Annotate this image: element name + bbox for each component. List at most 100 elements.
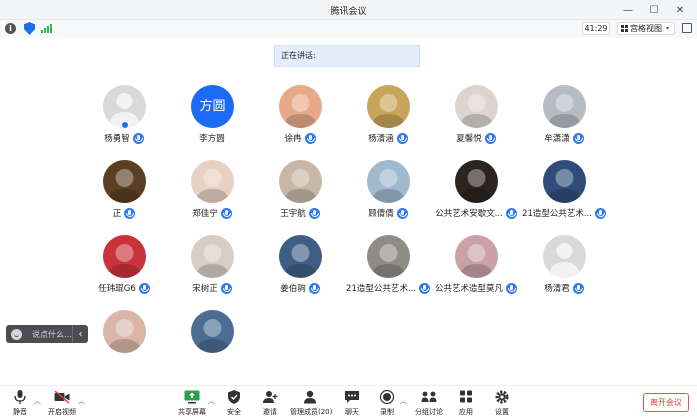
participant-tile[interactable]: 王宇航 [250,160,350,230]
participant-name: 21造型公共艺术... [522,209,592,219]
avatar: 方圆 [191,85,234,128]
participant-name: 杨清君 [544,284,570,294]
manage-members-button[interactable]: 管理成员(20) [290,388,333,418]
participant-tile[interactable]: 顾倩倩 [338,160,438,230]
participant-name: 宋树正 [192,284,218,294]
participant-tile[interactable]: 公共艺术造型莫凡 [426,235,526,305]
view-mode-button[interactable]: 宫格视图 ▾ [617,22,675,35]
emoji-icon[interactable] [11,328,22,340]
avatar [543,160,586,203]
host-badge-icon [121,121,129,129]
participant-name: 李方圆 [199,134,225,144]
fullscreen-icon[interactable] [682,23,692,33]
speaking-indicator: 正在讲话: [274,45,420,67]
security-label: 安全 [227,408,241,416]
info-icon[interactable]: i [5,23,16,34]
participant-tile[interactable] [74,310,174,380]
signal-icon[interactable] [41,23,52,33]
participant-tile[interactable]: 牟潇潇 [514,85,614,155]
participant-tile[interactable]: 正 [74,160,174,230]
leave-meeting-button[interactable]: 离开会议 [643,393,689,412]
avatar [455,85,498,128]
avatar [455,160,498,203]
avatar [367,160,410,203]
participant-name-row: 王宇航 [250,207,350,219]
avatar [279,235,322,278]
breakout-button[interactable]: 分组讨论 [409,388,449,418]
share-screen-button[interactable]: 共享屏幕 [172,388,212,418]
microphone-icon [12,390,28,404]
participant-tile[interactable]: 郑佳宁 [162,160,262,230]
settings-button[interactable]: 设置 [482,388,522,418]
start-video-button[interactable]: 开启视频 [42,388,82,418]
settings-label: 设置 [495,408,509,416]
security-shield-icon [226,390,242,404]
participant-name-row: 李方圆 [162,132,262,144]
chat-button[interactable]: 聊天 [332,388,372,418]
title-bar: 腾讯会议 — ☐ ✕ [0,0,697,20]
participant-tile[interactable]: 21造型公共艺术... [338,235,438,305]
participant-tile[interactable]: 宋树正 [162,235,262,305]
shield-icon[interactable] [24,22,35,35]
avatar [367,235,410,278]
invite-button[interactable]: 邀请 [250,388,290,418]
avatar [103,160,146,203]
participant-name-row: 宋树正 [162,282,262,294]
microphone-status-icon [220,207,232,219]
microphone-status-icon [304,132,316,144]
participant-name: 公共艺术安歇文... [435,209,503,219]
chat-input-box[interactable]: 说点什么... ‹ [6,325,88,343]
microphone-status-icon [308,207,320,219]
close-button[interactable]: ✕ [667,2,693,18]
participant-tile[interactable]: 杨清涵 [338,85,438,155]
manage-members-label: 管理成员(20) [290,408,333,416]
apps-button[interactable]: 应用 [446,388,486,418]
view-mode-label: 宫格视图 [630,24,662,33]
minimize-button[interactable]: — [615,2,641,18]
avatar [191,310,234,353]
participant-tile[interactable]: 姜伯驹 [250,235,350,305]
avatar [543,235,586,278]
participant-name-row: 正 [74,207,174,219]
participant-tile[interactable]: 杨勇智 [74,85,174,155]
security-button[interactable]: 安全 [214,388,254,418]
chevron-down-icon: ▾ [666,25,670,32]
avatar [103,310,146,353]
participant-tile[interactable]: 徐冉 [250,85,350,155]
video-off-icon [54,390,70,404]
microphone-status-icon [308,282,320,294]
chat-placeholder: 说点什么... [32,329,72,339]
participant-name-row: 公共艺术造型莫凡 [426,282,526,294]
participant-name-row: 杨清君 [514,282,614,294]
participant-tile[interactable]: 夏馨悦 [426,85,526,155]
participant-tile[interactable]: 方圆 李方圆 [162,85,262,155]
participant-tile[interactable]: 公共艺术安歇文... [426,160,526,230]
participant-name: 任玮琨G6 [98,284,136,294]
microphone-status-icon [594,207,606,219]
participant-name: 郑佳宁 [192,209,218,219]
avatar [191,235,234,278]
apps-grid-icon [458,390,474,404]
collapse-chat-button[interactable]: ‹ [72,325,88,343]
video-options-chevron-icon[interactable]: ︿ [78,396,85,406]
participant-name: 公共艺术造型莫凡 [434,284,503,294]
participant-name-row: 郑佳宁 [162,207,262,219]
grid-icon [621,25,628,32]
participant-tile[interactable]: 21造型公共艺术... [514,160,614,230]
gear-icon [494,390,510,404]
participant-tile[interactable]: 任玮琨G6 [74,235,174,305]
participant-name: 姜伯驹 [280,284,306,294]
participant-tile[interactable] [162,310,262,380]
participant-name-row: 姜伯驹 [250,282,350,294]
record-options-chevron-icon[interactable]: ︿ [400,396,407,406]
maximize-button[interactable]: ☐ [641,2,667,18]
participant-tile[interactable]: 杨清君 [514,235,614,305]
participant-name: 顾倩倩 [368,209,394,219]
avatar [543,85,586,128]
participant-name: 正 [112,209,122,219]
meeting-timer: 41:29 [582,22,610,35]
microphone-status-icon [124,207,136,219]
members-icon [302,390,318,404]
avatar [191,160,234,203]
mute-options-chevron-icon[interactable]: ︿ [34,396,41,406]
